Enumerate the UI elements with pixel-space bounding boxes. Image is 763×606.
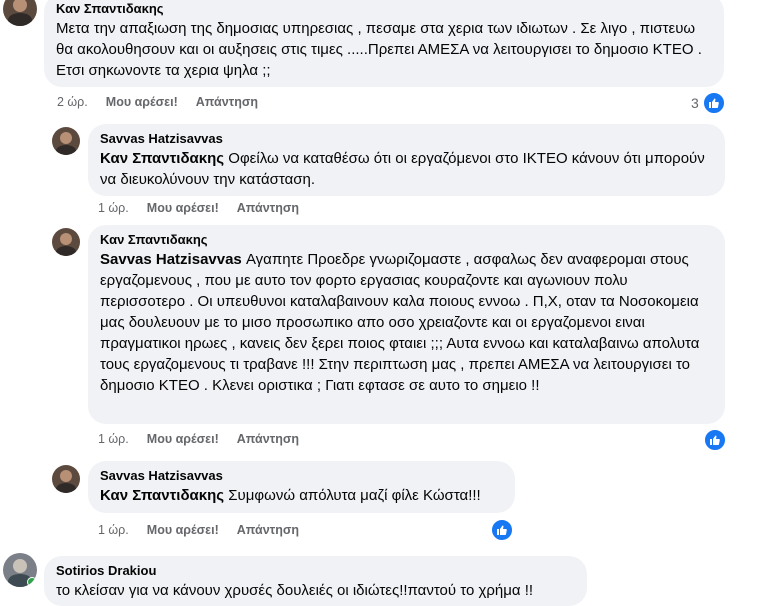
comment-actions: 2 ώρ. Μου αρέσει! Απάντηση xyxy=(57,95,258,109)
comment-time[interactable]: 1 ώρ. xyxy=(98,432,129,446)
reply-button[interactable]: Απάντηση xyxy=(237,201,299,215)
avatar[interactable] xyxy=(52,465,80,493)
like-button[interactable]: Μου αρέσει! xyxy=(147,201,219,215)
comment-text: Savvas Hatzisavvas Αγαπητε Προεδρε γνωρι… xyxy=(100,249,713,396)
like-button[interactable]: Μου αρέσει! xyxy=(106,95,178,109)
comment-text: Καν Σπαντιδακης Οφείλω να καταθέσω ότι ο… xyxy=(100,148,713,190)
comment-time[interactable]: 1 ώρ. xyxy=(98,201,129,215)
avatar[interactable] xyxy=(3,0,37,26)
online-status-icon xyxy=(27,577,37,587)
comment-author[interactable]: Savvas Hatzisavvas xyxy=(100,467,503,484)
comment-author[interactable]: Sotirios Drakiou xyxy=(56,562,575,579)
avatar[interactable] xyxy=(3,553,37,587)
reply-button[interactable]: Απάντηση xyxy=(196,95,258,109)
comment-author[interactable]: Savvas Hatzisavvas xyxy=(100,130,713,147)
comment-bubble: Sotirios Drakiou το κλείσαν για να κάνου… xyxy=(44,556,587,606)
comment-text: το κλείσαν για να κάνουν χρυσές δουλειές… xyxy=(56,582,534,599)
avatar[interactable] xyxy=(52,127,80,155)
comment-author[interactable]: Καν Σπαντιδακης xyxy=(56,0,712,17)
reaction-count: 3 xyxy=(691,95,699,111)
mention-link[interactable]: Καν Σπαντιδακης xyxy=(100,150,224,167)
comment-bubble: Καν Σπαντιδακης Savvas Hatzisavvas Αγαπη… xyxy=(88,225,725,424)
comment-body: Συμφωνώ απόλυτα μαζί φίλε Κώστα!!! xyxy=(224,487,481,504)
comment-actions: 1 ώρ. Μου αρέσει! Απάντηση xyxy=(98,201,299,215)
comment-time[interactable]: 1 ώρ. xyxy=(98,523,129,537)
comment-text: Μετα την απαξιωση της δημοσιας υπηρεσιας… xyxy=(56,20,702,79)
thumbs-up-icon xyxy=(702,92,725,114)
thumbs-up-icon xyxy=(704,429,726,451)
comment-bubble: Καν Σπαντιδακης Μετα την απαξιωση της δη… xyxy=(44,0,724,87)
comment-time[interactable]: 2 ώρ. xyxy=(57,95,88,109)
comment-actions: 1 ώρ. Μου αρέσει! Απάντηση xyxy=(98,432,299,446)
like-button[interactable]: Μου αρέσει! xyxy=(147,432,219,446)
reaction-badge[interactable] xyxy=(491,519,513,541)
like-button[interactable]: Μου αρέσει! xyxy=(147,523,219,537)
reply-button[interactable]: Απάντηση xyxy=(237,523,299,537)
comment-bubble: Savvas Hatzisavvas Καν Σπαντιδακης Οφείλ… xyxy=(88,124,725,196)
reaction-badge[interactable]: 3 xyxy=(691,92,725,114)
comment-bubble: Savvas Hatzisavvas Καν Σπαντιδακης Συμφω… xyxy=(88,461,515,513)
comment-actions: 1 ώρ. Μου αρέσει! Απάντηση xyxy=(98,523,299,537)
comment-author[interactable]: Καν Σπαντιδακης xyxy=(100,231,713,248)
comment-text: Καν Σπαντιδακης Συμφωνώ απόλυτα μαζί φίλ… xyxy=(100,485,503,506)
thumbs-up-icon xyxy=(491,519,513,541)
reaction-badge[interactable] xyxy=(704,429,726,451)
comment-body: Αγαπητε Προεδρε γνωριζομαστε , ασφαλως δ… xyxy=(100,251,700,394)
avatar[interactable] xyxy=(52,228,80,256)
mention-link[interactable]: Καν Σπαντιδακης xyxy=(100,487,224,504)
mention-link[interactable]: Savvas Hatzisavvas xyxy=(100,251,242,268)
reply-button[interactable]: Απάντηση xyxy=(237,432,299,446)
